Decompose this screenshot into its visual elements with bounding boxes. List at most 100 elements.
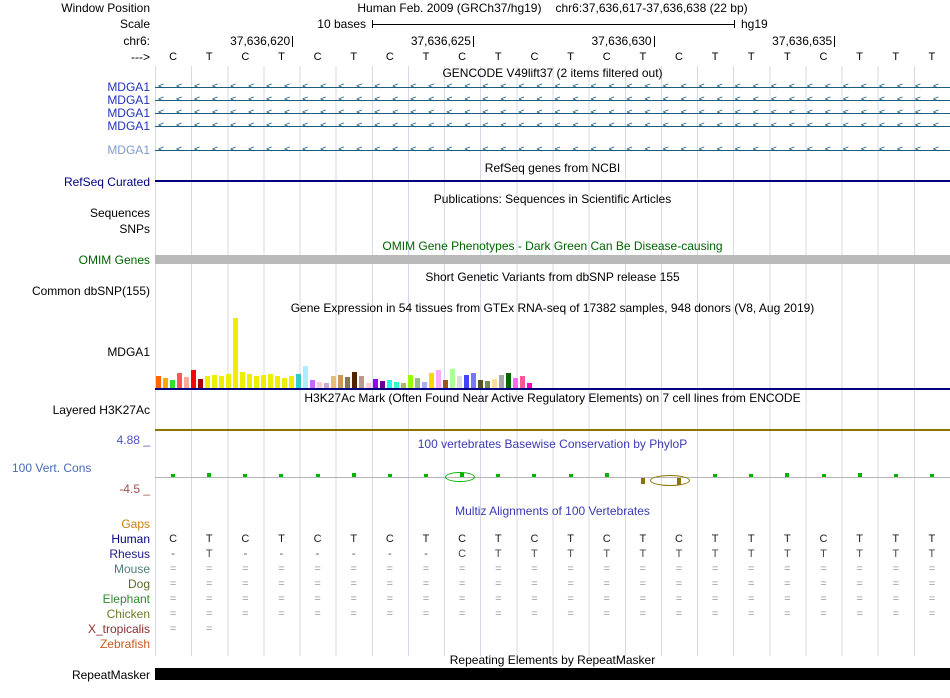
alignment-cell: = [928,593,936,605]
ruler-base-row: CTCTCTCTCTCTCTCTTTCTTT [155,51,950,64]
omim-gene-bar[interactable] [155,255,950,264]
sequences-label[interactable]: Sequences [0,207,150,220]
repeatmasker-element-bar[interactable] [155,668,950,680]
alignment-cell: = [386,578,394,590]
gtex-tissue-bar [177,373,182,388]
alignment-cell: = [169,578,177,590]
gtex-tissue-bar [478,380,483,388]
alignment-cell: = [892,578,899,590]
alignment-cell: = [531,608,538,620]
conservation-plot[interactable] [155,460,950,496]
gtex-tissue-bar [156,376,161,388]
ruler-base: C [385,51,394,63]
conservation-mark [243,474,248,477]
gencode-transcript[interactable]: <<<<<<<<<<<<<<<<<<<<<<<<<<<<<<<<<<<<<<<<… [155,144,950,157]
conservation-mark [604,473,609,477]
alignment-cell: = [205,563,213,575]
h3k27ac-signal-line[interactable] [155,429,950,431]
multiz-species-label[interactable]: Mouse [0,563,150,576]
gtex-tissue-bar [429,373,434,388]
gtex-tissue-bar [345,377,350,388]
alignment-cell: = [531,593,538,605]
gtex-tissue-bar [254,376,259,388]
alignment-cell: = [820,608,827,620]
alignment-cell: = [350,578,357,590]
gencode-transcript[interactable]: <<<<<<<<<<<<<<<<<<<<<<<<<<<<<<<<<<<<<<<<… [155,120,950,133]
alignment-cell: C [674,533,683,545]
alignment-cell: = [856,593,863,605]
alignment-cell: = [748,578,755,590]
alignment-cell: = [314,593,321,605]
multiz-row: = = = = = = = = = = = = = = = = = = = = = = [155,593,950,606]
alignment-cell: T [494,548,502,560]
multiz-species-label[interactable]: Chicken [0,608,150,621]
refseq-curated-item[interactable] [155,180,950,182]
gtex-tissue-bar [233,318,238,388]
dbsnp-track-label[interactable]: Common dbSNP(155) [0,285,150,298]
alignment-cell: T [820,548,827,560]
alignment-cell: = [784,563,791,575]
gtex-gene-label[interactable]: MDGA1 [0,346,150,359]
gtex-tissue-bar [408,375,413,388]
alignment-cell: T [892,533,900,545]
alignment-cell: T [567,548,574,560]
alignment-cell: - [351,548,356,560]
gtex-tissue-bar [310,380,315,388]
alignment-cell: = [205,578,213,590]
alignment-cell: = [278,563,285,575]
multiz-species-label[interactable]: X_tropicalis [0,623,150,636]
snps-label[interactable]: SNPs [0,223,150,236]
gtex-tissue-bar [247,374,252,388]
conservation-mark [496,474,501,477]
dbsnp-track-title: Short Genetic Variants from dbSNP releas… [425,270,680,284]
gtex-tissue-bar [352,372,357,388]
ruler-base: T [567,51,574,63]
gtex-expression-chart[interactable] [155,316,950,388]
conservation-mark [279,473,284,477]
gencode-transcript[interactable]: <<<<<<<<<<<<<<<<<<<<<<<<<<<<<<<<<<<<<<<<… [155,94,950,107]
gtex-tissue-bar [436,370,441,388]
alignment-cell: = [531,563,538,575]
alignment-cell: T [494,533,502,545]
alignment-cell: = [422,608,430,620]
gencode-item-label[interactable]: MDGA1 [0,144,150,157]
ruler-tick [472,36,474,47]
refseq-track-title: RefSeq genes from NCBI [484,161,621,175]
alignment-cell: - [243,548,248,560]
gencode-item-label[interactable]: MDGA1 [0,120,150,133]
alignment-cell: = [531,578,538,590]
alignment-cell: C [313,533,322,545]
ruler-base: T [639,51,647,63]
multiz-species-label[interactable]: Dog [0,578,150,591]
repeatmasker-track-label[interactable]: RepeatMasker [0,669,150,682]
gtex-tissue-bar [443,380,448,388]
multiz-species-label[interactable]: Rhesus [0,548,150,561]
alignment-cell: T [856,533,863,545]
strand-arrow-label[interactable]: ---> [0,51,150,64]
repeatmasker-track-title: Repeating Elements by RepeatMasker [449,653,656,667]
multiz-species-label[interactable]: Zebrafish [0,638,150,651]
alignment-cell: = [603,578,610,590]
alignment-cell: T [567,533,574,545]
alignment-cell: = [169,563,177,575]
omim-genes-label[interactable]: OMIM Genes [0,254,150,267]
multiz-track-title: Multiz Alignments of 100 Vertebrates [455,504,650,518]
multiz-species-label[interactable]: Elephant [0,593,150,606]
phylop-track-label[interactable]: 100 Vert. Cons [12,462,91,475]
multiz-species-label[interactable]: Gaps [0,518,150,531]
alignment-cell: T [784,548,791,560]
gtex-tissue-bar [387,380,392,388]
position-range: chr6:37,636,617-37,636,638 (22 bp) [555,1,748,15]
alignment-cell: = [784,593,791,605]
gencode-transcript[interactable]: <<<<<<<<<<<<<<<<<<<<<<<<<<<<<<<<<<<<<<<<… [155,107,950,120]
scale-value: 10 bases [317,17,366,31]
gencode-transcript[interactable]: <<<<<<<<<<<<<<<<<<<<<<<<<<<<<<<<<<<<<<<<… [155,81,950,94]
alignment-cell: = [386,593,394,605]
alignment-cell: T [747,533,755,545]
chromosome-label: chr6: [123,34,150,48]
alignment-cell: = [495,563,502,575]
h3k27ac-track-label[interactable]: Layered H3K27Ac [0,404,150,417]
refseq-curated-label[interactable]: RefSeq Curated [0,176,150,189]
alignment-cell: = [820,563,827,575]
multiz-species-label[interactable]: Human [0,533,150,546]
